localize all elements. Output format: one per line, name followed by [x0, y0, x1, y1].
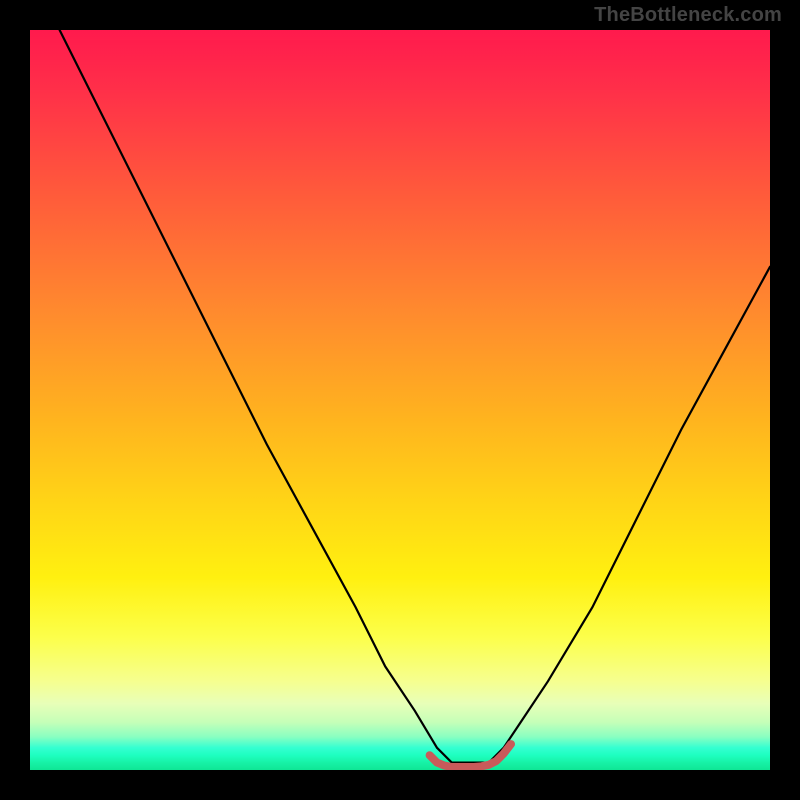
plot-area [30, 30, 770, 770]
highlight-curve-path [430, 744, 511, 767]
watermark-text: TheBottleneck.com [594, 4, 782, 27]
main-curve-path [60, 30, 770, 763]
chart-frame: TheBottleneck.com [0, 0, 800, 800]
curve-overlay [30, 30, 770, 770]
